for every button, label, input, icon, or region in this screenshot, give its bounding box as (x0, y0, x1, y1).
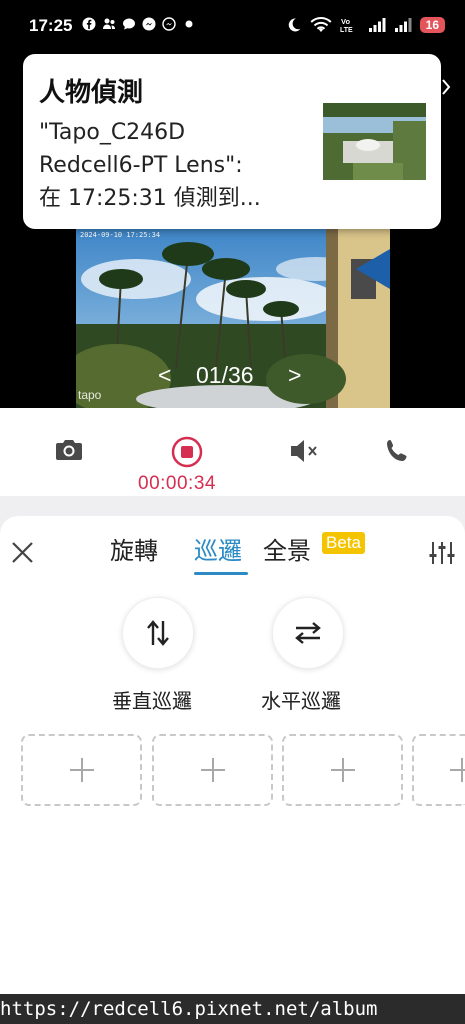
video-timestamp: 2024-09-10 17:25:34 (80, 231, 160, 239)
settings-sliders-icon[interactable] (429, 540, 456, 566)
add-preset-slot[interactable] (152, 734, 273, 806)
tab-panorama[interactable]: 全景 (263, 531, 311, 566)
vertical-patrol-button[interactable] (122, 597, 194, 669)
tab-active-indicator (194, 572, 248, 575)
moon-icon (288, 18, 301, 32)
add-icon (450, 758, 465, 782)
horizontal-patrol-label: 水平巡邏 (261, 689, 341, 713)
horizontal-patrol-button[interactable] (272, 597, 344, 669)
status-bar: 17:25 Vo LTE 16 (0, 0, 465, 56)
close-icon[interactable] (11, 541, 34, 564)
dot-icon (185, 20, 193, 28)
status-time: 17:25 (29, 16, 73, 35)
next-clip-button[interactable]: > (288, 362, 301, 389)
add-icon (200, 758, 225, 782)
person-detection-notification[interactable]: 人物偵測 "Tapo_C246D Redcell6-PT Lens": 在 17… (23, 54, 451, 229)
beta-badge: Beta (322, 532, 365, 554)
phone-call-icon[interactable] (385, 438, 411, 464)
volte-lte-icon: VoLTE (340, 17, 353, 34)
wifi-icon (310, 17, 332, 32)
url-watermark: https://redcell6.pixnet.net/album (0, 994, 465, 1024)
svg-text:LTE: LTE (340, 27, 353, 34)
horizontal-arrows-icon (295, 622, 321, 644)
notification-body: "Tapo_C246D Redcell6-PT Lens": 在 17:25:3… (39, 116, 319, 215)
tab-rotate[interactable]: 旋轉 (110, 531, 158, 566)
stop-recording-icon[interactable] (171, 436, 203, 468)
signal-icon (394, 18, 412, 32)
notification-thumbnail (323, 103, 426, 180)
messenger-people-icon (103, 18, 115, 29)
chat-bubble-icon (123, 18, 135, 30)
clip-counter: 01/36 (196, 362, 254, 388)
facebook-icon (82, 17, 96, 31)
status-notification-icons (82, 17, 196, 31)
previous-clip-button[interactable]: < (158, 362, 171, 389)
vertical-patrol-label: 垂直巡邏 (112, 689, 192, 713)
notification-body-line: 在 17:25:31 偵測到... (39, 186, 261, 211)
battery-level: 16 (419, 17, 445, 33)
recording-timer: 00:00:34 (138, 473, 216, 494)
notification-body-line: "Tapo_C246D (39, 120, 186, 145)
signal-icon (368, 18, 386, 32)
live-controls-bar: 00:00:34 (0, 408, 465, 496)
svg-text:Vo: Vo (341, 17, 350, 26)
add-preset-slot[interactable] (412, 734, 465, 806)
add-icon (69, 758, 94, 782)
vertical-arrows-icon (147, 620, 169, 646)
messenger-icon (142, 17, 156, 31)
add-icon (330, 758, 355, 782)
camera-snapshot-icon[interactable] (55, 438, 83, 462)
tapo-watermark: tapo (78, 388, 102, 402)
thumbnail-image (323, 103, 426, 180)
notification-title: 人物偵測 (39, 78, 144, 108)
messenger-icon (162, 17, 176, 31)
mute-icon[interactable] (290, 438, 320, 464)
notification-body-line: Redcell6-PT Lens": (39, 153, 243, 178)
chevron-right-icon (442, 79, 451, 95)
add-preset-slot[interactable] (282, 734, 403, 806)
status-system-icons: Vo LTE 16 (286, 16, 445, 34)
tab-patrol[interactable]: 巡邏 (194, 531, 242, 566)
add-preset-slot[interactable] (21, 734, 142, 806)
